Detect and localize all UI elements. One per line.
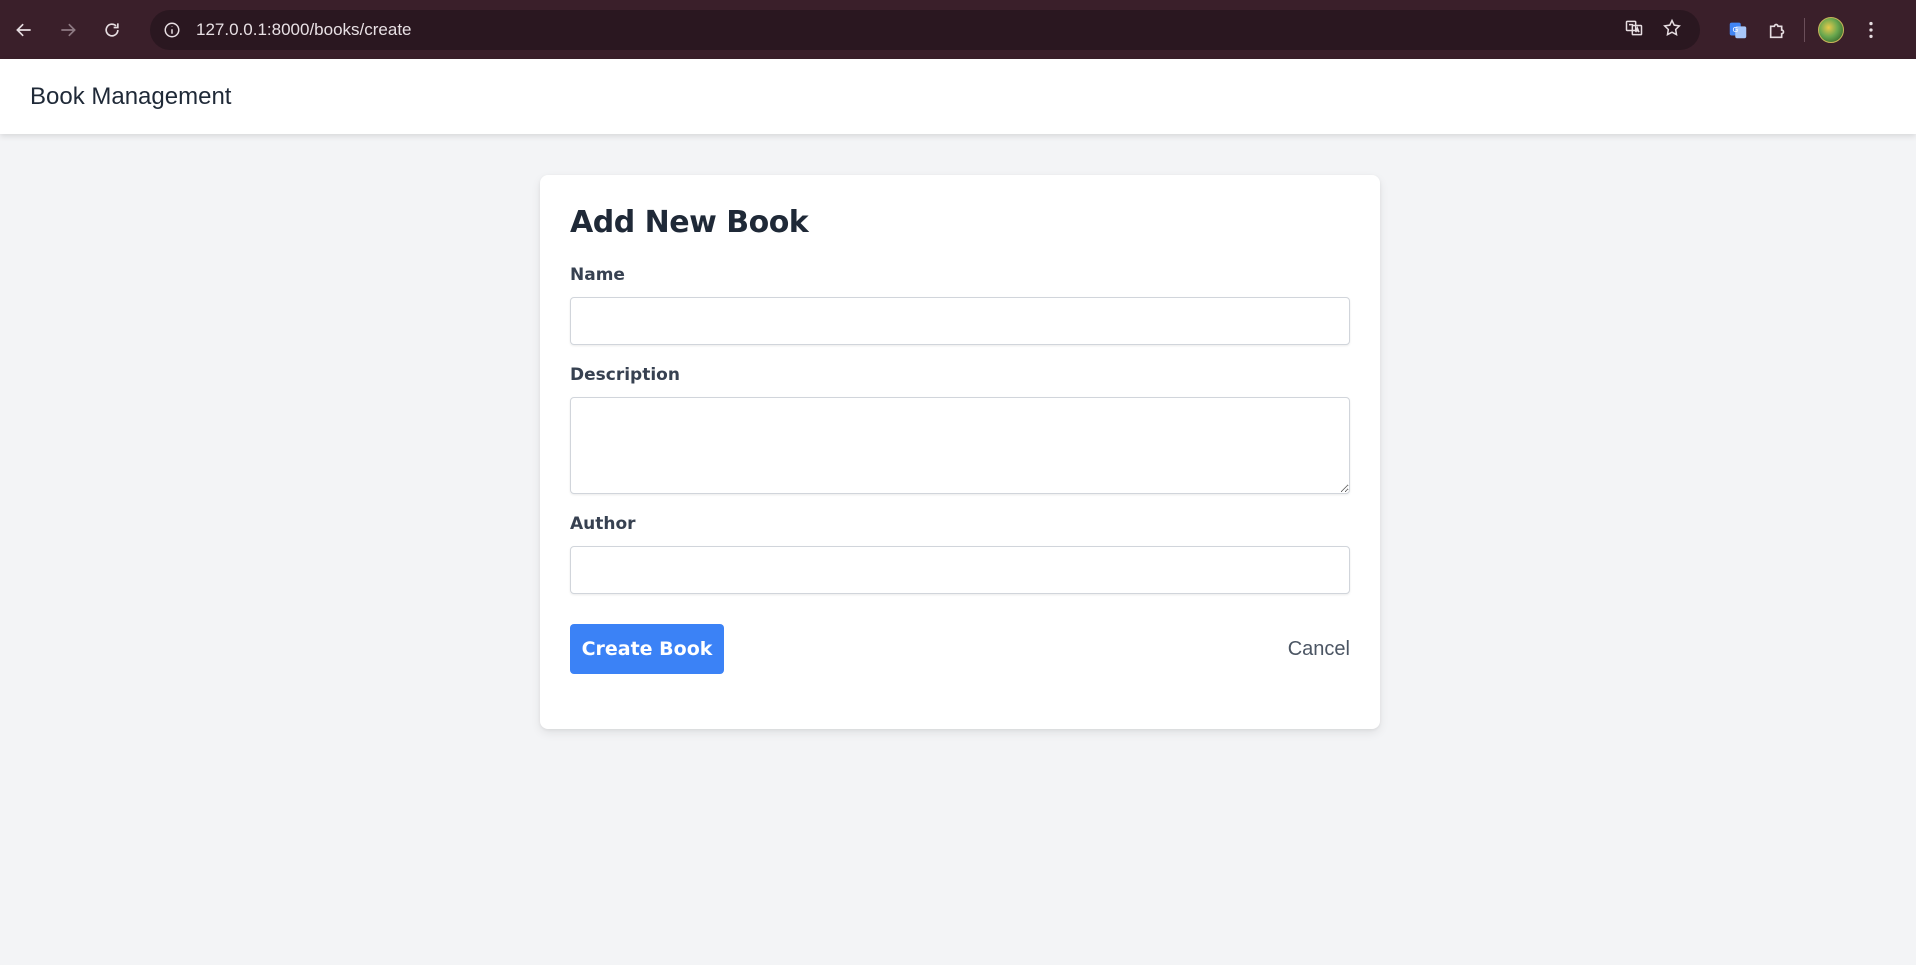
site-info-icon — [164, 22, 180, 38]
google-translate-extension-icon: G — [1729, 22, 1747, 39]
author-input[interactable] — [570, 546, 1350, 594]
translate-button[interactable] — [1624, 18, 1644, 43]
reload-icon — [105, 22, 119, 37]
page-title: Add New Book — [570, 205, 809, 240]
description-label: Description — [570, 365, 680, 385]
add-book-card: Add New Book Name Description Author Cre… — [540, 175, 1380, 729]
bookmark-button[interactable] — [1662, 18, 1682, 43]
extensions-puzzle-icon — [1769, 23, 1785, 39]
form-actions: Create Book Cancel — [570, 624, 1350, 674]
address-bar[interactable]: 127.0.0.1:8000/books/create — [150, 10, 1700, 50]
more-menu-icon — [1869, 21, 1873, 39]
description-field-group: Description — [570, 365, 1350, 494]
author-field-group: Author — [570, 514, 1350, 594]
name-input[interactable] — [570, 297, 1350, 345]
app-title[interactable]: Book Management — [30, 83, 231, 111]
forward-button[interactable] — [48, 10, 88, 50]
back-icon — [16, 23, 31, 36]
name-label: Name — [570, 265, 625, 285]
create-book-button[interactable]: Create Book — [570, 624, 724, 674]
google-translate-extension-button[interactable]: G — [1718, 10, 1758, 50]
site-info-button[interactable] — [158, 16, 186, 44]
cancel-link[interactable]: Cancel — [1288, 638, 1350, 661]
name-field-group: Name — [570, 265, 1350, 345]
profile-button[interactable] — [1811, 10, 1851, 50]
profile-avatar — [1818, 17, 1844, 43]
toolbar-divider — [1804, 18, 1805, 42]
forward-icon — [61, 23, 76, 36]
app-header: Book Management — [0, 59, 1916, 134]
extensions-button[interactable] — [1758, 10, 1798, 50]
description-textarea[interactable] — [570, 397, 1350, 494]
browser-toolbar: 127.0.0.1:8000/books/create G — [0, 0, 1916, 59]
bookmark-star-icon — [1663, 18, 1681, 36]
svg-text:G: G — [1733, 25, 1739, 34]
author-label: Author — [570, 514, 636, 534]
url-text[interactable]: 127.0.0.1:8000/books/create — [196, 20, 412, 40]
add-book-form: Name Description Author Create Book Canc… — [570, 265, 1350, 674]
reload-button[interactable] — [92, 10, 132, 50]
translate-icon — [1625, 20, 1643, 35]
more-menu-button[interactable] — [1851, 10, 1891, 50]
back-button[interactable] — [4, 10, 44, 50]
